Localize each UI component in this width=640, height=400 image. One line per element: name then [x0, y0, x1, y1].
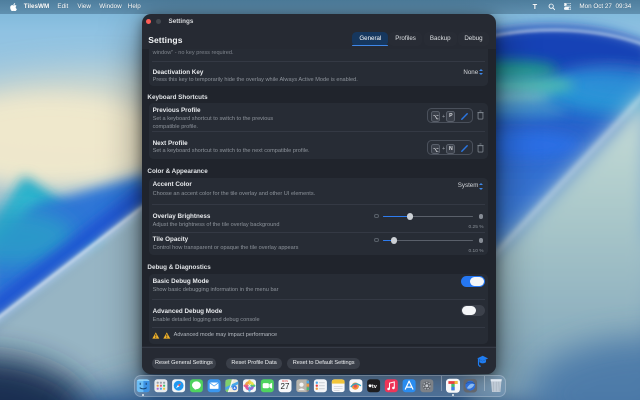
svg-text:MON: MON — [282, 379, 288, 383]
svg-text:tv: tv — [372, 384, 378, 390]
svg-text:27: 27 — [281, 382, 290, 391]
